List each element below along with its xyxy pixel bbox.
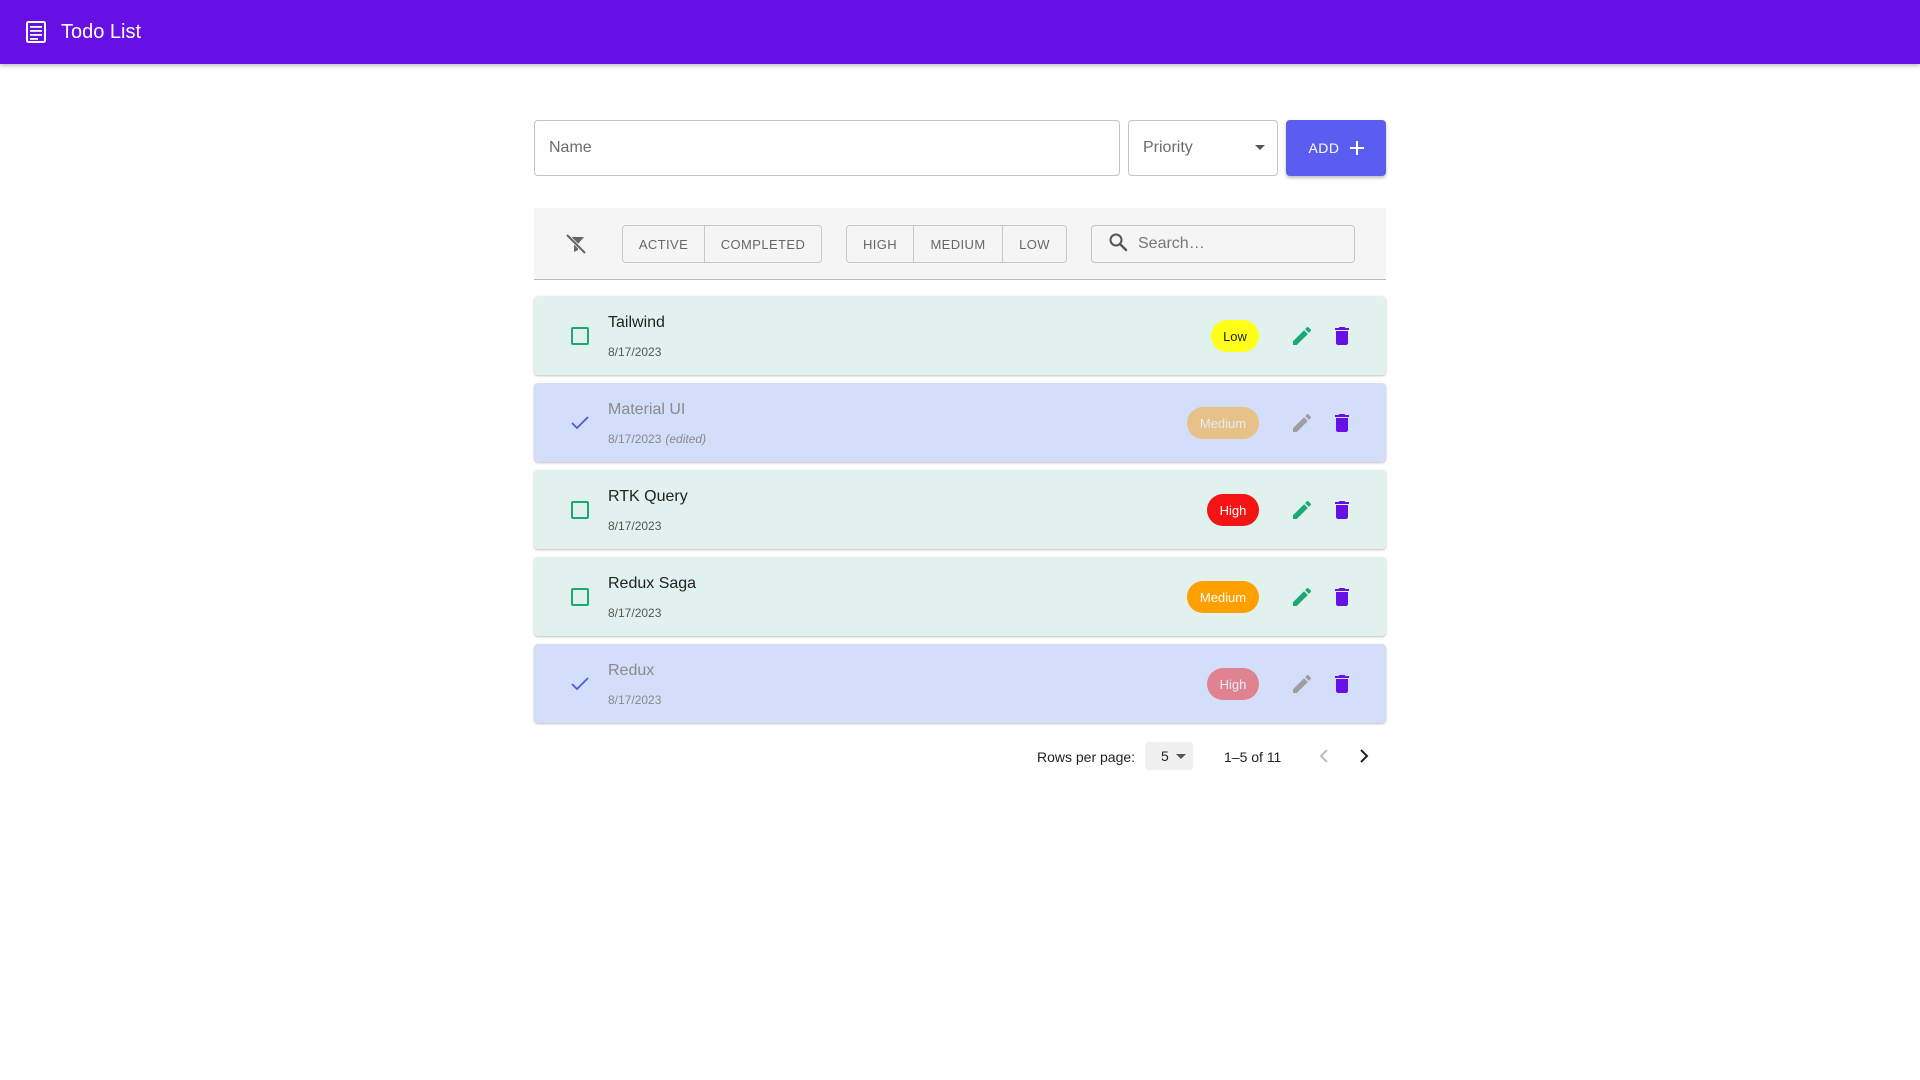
priority-badge: High — [1207, 494, 1259, 526]
app-bar: Todo List — [0, 0, 1920, 64]
search-icon — [1108, 232, 1128, 257]
rows-per-page-label: Rows per page: — [1037, 749, 1136, 765]
priority-badge: High — [1207, 668, 1259, 700]
check-icon[interactable] — [570, 413, 590, 433]
todo-date: 8/17/2023 — [608, 345, 661, 359]
todo-name: Redux Saga — [608, 575, 697, 592]
plus-icon — [1349, 137, 1364, 159]
todo-item: Redux 8/17/2023 High — [534, 644, 1386, 723]
search-input[interactable] — [1138, 235, 1338, 253]
filter-high-button[interactable]: HIGH — [847, 226, 914, 262]
search-box — [1091, 225, 1355, 263]
todo-name: Redux — [608, 662, 655, 679]
todo-date: 8/17/2023 (edited) — [608, 432, 706, 446]
filter-active-button[interactable]: ACTIVE — [623, 226, 705, 262]
checkbox-icon[interactable] — [570, 326, 590, 346]
chevron-right-icon[interactable] — [1352, 744, 1376, 768]
delete-icon[interactable] — [1330, 411, 1354, 435]
todo-date-value: 8/17/2023 — [608, 606, 662, 620]
priority-select-label: Priority — [1143, 139, 1193, 156]
edited-label: (edited) — [665, 432, 707, 446]
caret-down-icon — [1176, 754, 1186, 759]
check-icon[interactable] — [570, 674, 590, 694]
filter-toolbar: ACTIVE COMPLETED HIGH MEDIUM LOW — [534, 208, 1386, 280]
checklist-icon — [25, 21, 47, 43]
todo-name: Material UI — [608, 401, 686, 418]
delete-icon[interactable] — [1330, 498, 1354, 522]
add-button-label: ADD — [1308, 140, 1340, 156]
priority-select[interactable]: Priority — [1128, 120, 1278, 176]
checkbox-icon[interactable] — [570, 500, 590, 520]
rows-per-page-select[interactable]: 5 — [1145, 742, 1193, 770]
edit-icon[interactable] — [1290, 585, 1314, 609]
delete-icon[interactable] — [1330, 324, 1354, 348]
name-input[interactable] — [534, 120, 1120, 176]
rows-per-page-value: 5 — [1161, 748, 1169, 764]
todo-date-value: 8/17/2023 — [608, 432, 662, 446]
todo-item: Redux Saga 8/17/2023 Medium — [534, 557, 1386, 636]
edit-icon[interactable] — [1290, 411, 1314, 435]
edit-icon[interactable] — [1290, 672, 1314, 696]
app-title: Todo List — [61, 20, 142, 43]
todo-item: RTK Query 8/17/2023 High — [534, 470, 1386, 549]
priority-badge: Low — [1211, 320, 1259, 352]
status-filter-group: ACTIVE COMPLETED — [622, 225, 822, 263]
chevron-left-icon[interactable] — [1312, 744, 1336, 768]
add-button[interactable]: ADD — [1286, 120, 1386, 176]
caret-down-icon — [1255, 145, 1265, 150]
filter-off-icon[interactable] — [564, 232, 588, 256]
todo-date: 8/17/2023 — [608, 606, 661, 620]
priority-badge: Medium — [1187, 407, 1259, 439]
todo-list: Tailwind 8/17/2023 Low Material UI 8/17/2023… — [534, 296, 1386, 731]
todo-date: 8/17/2023 — [608, 693, 661, 707]
delete-icon[interactable] — [1330, 672, 1354, 696]
pagination: Rows per page: 5 1–5 of 11 — [534, 740, 1386, 772]
delete-icon[interactable] — [1330, 585, 1354, 609]
todo-name: Tailwind — [608, 314, 665, 331]
filter-low-button[interactable]: LOW — [1003, 226, 1066, 262]
priority-filter-group: HIGH MEDIUM LOW — [846, 225, 1067, 263]
todo-date-value: 8/17/2023 — [608, 519, 662, 533]
todo-date: 8/17/2023 — [608, 519, 661, 533]
todo-date-value: 8/17/2023 — [608, 345, 662, 359]
edit-icon[interactable] — [1290, 324, 1314, 348]
filter-completed-button[interactable]: COMPLETED — [705, 226, 821, 262]
priority-badge: Medium — [1187, 581, 1259, 613]
todo-item: Material UI 8/17/2023 (edited) Medium — [534, 383, 1386, 462]
todo-name: RTK Query — [608, 488, 688, 505]
edit-icon[interactable] — [1290, 498, 1314, 522]
filter-medium-button[interactable]: MEDIUM — [914, 226, 1003, 262]
add-todo-form: Priority ADD — [534, 120, 1386, 176]
checkbox-icon[interactable] — [570, 587, 590, 607]
pagination-range: 1–5 of 11 — [1224, 749, 1282, 765]
todo-date-value: 8/17/2023 — [608, 693, 662, 707]
todo-item: Tailwind 8/17/2023 Low — [534, 296, 1386, 375]
